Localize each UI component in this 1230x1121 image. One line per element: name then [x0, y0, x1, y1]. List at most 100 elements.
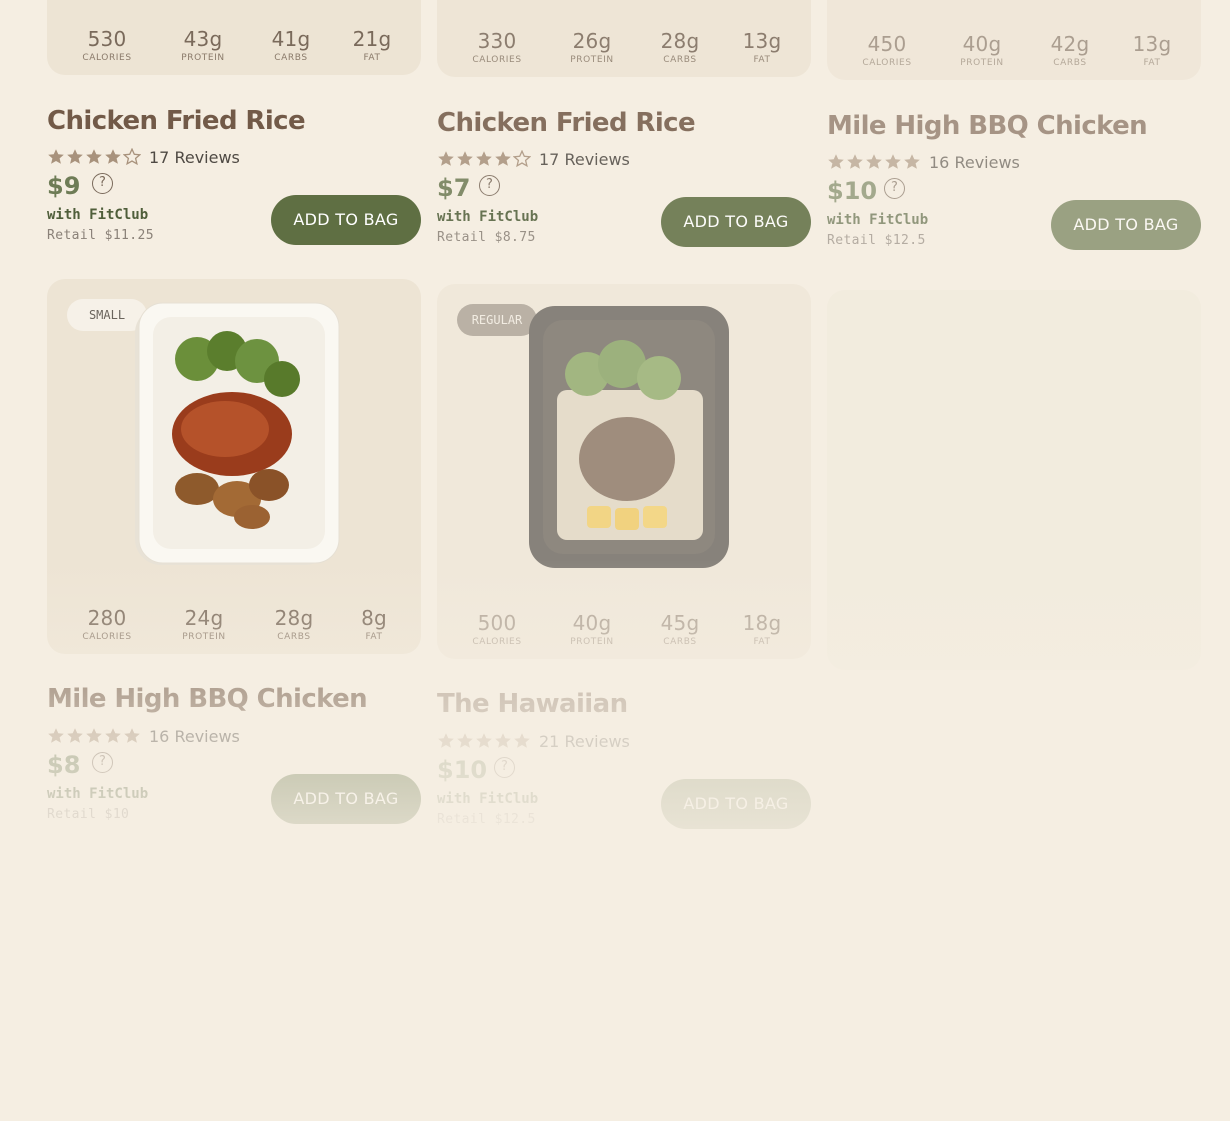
placeholder-card — [827, 290, 1201, 670]
star-icon — [105, 149, 121, 164]
rating: 16 Reviews — [827, 152, 1020, 172]
macro-label: FAT — [1143, 58, 1161, 68]
macro-value: 40g — [962, 32, 1002, 56]
star-icon — [885, 154, 901, 169]
star-icon — [105, 728, 121, 743]
macro-label: CARBS — [274, 53, 308, 63]
add-to-bag-button[interactable]: ADD TO BAG — [661, 197, 811, 247]
macro-protein: 40g PROTEIN — [942, 33, 1022, 69]
price: $10 — [437, 756, 488, 784]
retail-price: Retail $12.5 — [827, 233, 926, 248]
macro-label: CARBS — [277, 632, 311, 642]
macro-value: 24g — [184, 606, 224, 630]
macro-label: CALORIES — [82, 632, 132, 642]
fitclub-label: with FitClub — [47, 786, 149, 802]
macro-value: 43g — [183, 27, 223, 51]
question-circle-icon[interactable]: ? — [479, 175, 500, 196]
star-icon — [514, 733, 530, 748]
fitclub-label: with FitClub — [827, 212, 929, 228]
macro-value: 28g — [274, 606, 314, 630]
question-circle-icon[interactable]: ? — [884, 178, 905, 199]
macro-carbs: 28g CARBS — [254, 607, 334, 643]
fitclub-label: with FitClub — [437, 209, 539, 225]
macro-value: 13g — [1132, 32, 1172, 56]
stars — [437, 732, 531, 750]
price: $9 — [47, 172, 81, 200]
add-to-bag-button[interactable]: ADD TO BAG — [1051, 200, 1201, 250]
product-image-panel[interactable]: 530 CALORIES 43g PROTEIN 41g CARBS 21g FAT — [47, 0, 421, 75]
macro-calories: 330 CALORIES — [457, 30, 537, 66]
macro-carbs: 41g CARBS — [251, 28, 331, 64]
stars — [47, 727, 141, 745]
star-icon — [476, 733, 492, 748]
star-icon — [513, 150, 531, 168]
product-image-panel[interactable]: REGULAR 500 CALORIES 40g PROTEIN 45g CARBS … — [437, 284, 811, 659]
macro-value: 330 — [477, 29, 517, 53]
macro-calories: 500 CALORIES — [457, 612, 537, 648]
macro-value: 28g — [660, 29, 700, 53]
stars — [437, 150, 531, 168]
add-to-bag-button[interactable]: ADD TO BAG — [661, 779, 811, 829]
meal-photo — [135, 302, 340, 565]
star-icon — [438, 733, 454, 748]
macro-calories: 530 CALORIES — [67, 28, 147, 64]
star-icon — [86, 728, 102, 743]
price: $7 — [437, 174, 471, 202]
macro-label: FAT — [753, 55, 771, 65]
macro-label: CARBS — [663, 55, 697, 65]
macro-label: CALORIES — [472, 55, 522, 65]
question-circle-icon[interactable]: ? — [494, 757, 515, 778]
macro-label: CARBS — [663, 637, 697, 647]
price: $8 — [47, 751, 81, 779]
macro-label: PROTEIN — [960, 58, 1004, 68]
question-circle-icon[interactable]: ? — [92, 752, 113, 773]
reviews-link[interactable]: 17 Reviews — [149, 148, 240, 167]
placeholder-card — [827, 865, 1201, 1121]
macro-label: FAT — [753, 637, 771, 647]
product-name[interactable]: Mile High BBQ Chicken — [47, 684, 368, 714]
product-name[interactable]: Chicken Fried Rice — [437, 108, 696, 138]
question-circle-icon[interactable]: ? — [92, 173, 113, 194]
add-to-bag-button[interactable]: ADD TO BAG — [271, 195, 421, 245]
macro-value: 530 — [87, 27, 127, 51]
macro-fat: 18g FAT — [722, 612, 802, 648]
fitclub-label: with FitClub — [437, 791, 539, 807]
macro-protein: 40g PROTEIN — [552, 612, 632, 648]
macro-protein: 43g PROTEIN — [163, 28, 243, 64]
macro-label: PROTEIN — [181, 53, 225, 63]
star-icon — [48, 728, 64, 743]
product-image-panel[interactable]: 450 CALORIES 40g PROTEIN 42g CARBS 13g FAT — [827, 0, 1201, 80]
reviews-link[interactable]: 16 Reviews — [929, 153, 1020, 172]
price: $10 — [827, 177, 878, 205]
product-name[interactable]: The Hawaiian — [437, 689, 628, 719]
retail-price: Retail $8.75 — [437, 230, 536, 245]
macro-protein: 26g PROTEIN — [552, 30, 632, 66]
rating: 17 Reviews — [47, 147, 240, 167]
macro-carbs: 42g CARBS — [1030, 33, 1110, 69]
meal-photo — [529, 306, 729, 568]
macro-carbs: 28g CARBS — [640, 30, 720, 66]
reviews-link[interactable]: 17 Reviews — [539, 150, 630, 169]
fitclub-label: with FitClub — [47, 207, 149, 223]
macro-fat: 13g FAT — [1112, 33, 1192, 69]
product-image-panel[interactable]: 330 CALORIES 26g PROTEIN 28g CARBS 13g FAT — [437, 0, 811, 77]
add-to-bag-button[interactable]: ADD TO BAG — [271, 774, 421, 824]
reviews-link[interactable]: 16 Reviews — [149, 727, 240, 746]
star-icon — [86, 149, 102, 164]
macro-value: 450 — [867, 32, 907, 56]
reviews-link[interactable]: 21 Reviews — [539, 732, 630, 751]
macro-row: 450 CALORIES 40g PROTEIN 42g CARBS 13g FAT — [827, 33, 1201, 77]
rating: 21 Reviews — [437, 731, 630, 751]
macro-value: 40g — [572, 611, 612, 635]
product-name[interactable]: Mile High BBQ Chicken — [827, 111, 1148, 141]
star-icon — [67, 728, 83, 743]
macro-label: FAT — [365, 632, 383, 642]
macro-carbs: 45g CARBS — [640, 612, 720, 648]
macro-value: 18g — [742, 611, 782, 635]
retail-price: Retail $11.25 — [47, 228, 154, 243]
star-icon — [457, 733, 473, 748]
product-name[interactable]: Chicken Fried Rice — [47, 106, 306, 136]
product-image-panel[interactable]: SMALL 280 CALORIES 24g PROTEIN 28g CARBS 8g… — [47, 279, 421, 654]
placeholder-card — [47, 865, 421, 1121]
macro-row: 280 CALORIES 24g PROTEIN 28g CARBS 8g FAT — [47, 607, 421, 651]
